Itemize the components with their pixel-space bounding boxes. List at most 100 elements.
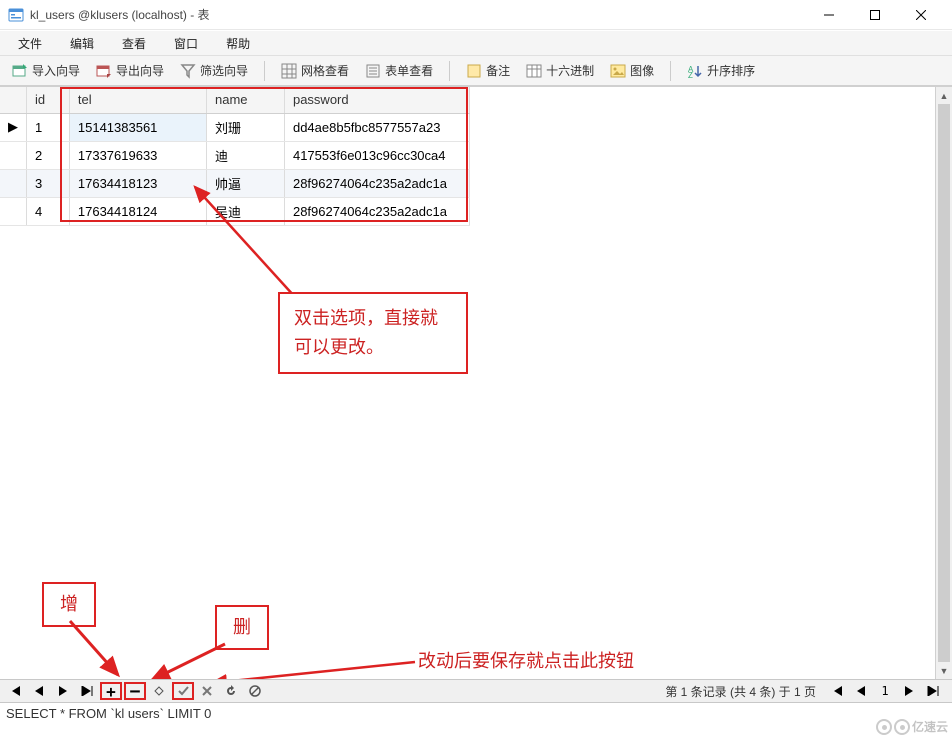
- vertical-scrollbar[interactable]: ▲ ▼: [935, 87, 952, 679]
- filter-label: 筛选向导: [200, 62, 248, 79]
- toolbar-separator: [670, 61, 671, 81]
- hex-icon: [526, 63, 542, 79]
- menu-window[interactable]: 窗口: [160, 31, 212, 56]
- cell-password[interactable]: 28f96274064c235a2adc1a: [284, 197, 469, 225]
- app-icon: [8, 7, 24, 23]
- filter-wizard-button[interactable]: 筛选向导: [174, 59, 254, 82]
- memo-button[interactable]: 备注: [460, 59, 516, 82]
- minimize-button[interactable]: [806, 0, 852, 30]
- form-view-button[interactable]: 表单查看: [359, 59, 439, 82]
- svg-text:Z: Z: [688, 71, 693, 79]
- record-navigator: + − 第 1 条记录 (共 4 条) 于 1 页 1: [0, 679, 952, 703]
- annotation-del-text: 删: [233, 617, 251, 637]
- cell-name[interactable]: 迪: [206, 141, 284, 169]
- data-table[interactable]: id tel name password ▶ 1 15141383561 刘珊 …: [0, 87, 470, 226]
- table-row[interactable]: 4 17634418124 吴迪 28f96274064c235a2adc1a: [0, 197, 470, 225]
- cell-tel[interactable]: 17337619633: [69, 141, 206, 169]
- row-marker: [0, 169, 27, 197]
- cell-id[interactable]: 2: [27, 141, 70, 169]
- nav-edit-button[interactable]: [148, 682, 170, 700]
- page-first-button[interactable]: [826, 682, 848, 700]
- row-marker: [0, 197, 27, 225]
- annotation-save-text: 改动后要保存就点击此按钮: [418, 647, 634, 673]
- watermark-icon: [876, 719, 892, 735]
- memo-label: 备注: [486, 62, 510, 79]
- page-prev-button[interactable]: [850, 682, 872, 700]
- hex-button[interactable]: 十六进制: [520, 59, 600, 82]
- cell-name[interactable]: 帅逼: [206, 169, 284, 197]
- toolbar: 导入向导 导出向导 筛选向导 网格查看 表单查看 备注 十六进制 图像 AZ 升…: [0, 56, 952, 86]
- title-bar: kl_users @klusers (localhost) - 表: [0, 0, 952, 30]
- column-header-tel[interactable]: tel: [69, 87, 206, 113]
- image-icon: [610, 63, 626, 79]
- column-header-id[interactable]: id: [27, 87, 70, 113]
- menu-view[interactable]: 查看: [108, 31, 160, 56]
- table-row[interactable]: 3 17634418123 帅逼 28f96274064c235a2adc1a: [0, 169, 470, 197]
- watermark-text: 亿速云: [912, 718, 948, 735]
- sort-asc-button[interactable]: AZ 升序排序: [681, 59, 761, 82]
- window-title: kl_users @klusers (localhost) - 表: [30, 6, 806, 23]
- menu-help[interactable]: 帮助: [212, 31, 264, 56]
- nav-first-button[interactable]: [4, 682, 26, 700]
- formview-label: 表单查看: [385, 62, 433, 79]
- scroll-thumb[interactable]: [938, 104, 950, 662]
- table-row[interactable]: ▶ 1 15141383561 刘珊 dd4ae8b5fbc8577557a23: [0, 113, 470, 141]
- gridview-label: 网格查看: [301, 62, 349, 79]
- scroll-up-button[interactable]: ▲: [936, 87, 952, 104]
- cell-tel-editing[interactable]: 15141383561: [69, 113, 206, 141]
- cell-id[interactable]: 1: [27, 113, 70, 141]
- import-icon: [12, 63, 28, 79]
- cell-password[interactable]: 28f96274064c235a2adc1a: [284, 169, 469, 197]
- page-count-button[interactable]: 1: [874, 682, 896, 700]
- filter-icon: [180, 63, 196, 79]
- nav-cancel-button[interactable]: [196, 682, 218, 700]
- cell-name[interactable]: 吴迪: [206, 197, 284, 225]
- import-label: 导入向导: [32, 62, 80, 79]
- nav-stop-button[interactable]: [244, 682, 266, 700]
- cell-password[interactable]: dd4ae8b5fbc8577557a23: [284, 113, 469, 141]
- nav-next-button[interactable]: [52, 682, 74, 700]
- sql-text: SELECT * FROM `kl users` LIMIT 0: [6, 706, 211, 721]
- column-header-name[interactable]: name: [206, 87, 284, 113]
- memo-icon: [466, 63, 482, 79]
- table-row[interactable]: 2 17337619633 迪 417553f6e013c96cc30ca4: [0, 141, 470, 169]
- menu-edit[interactable]: 编辑: [56, 31, 108, 56]
- export-label: 导出向导: [116, 62, 164, 79]
- import-wizard-button[interactable]: 导入向导: [6, 59, 86, 82]
- annotation-del-box: 删: [215, 605, 269, 650]
- cell-tel[interactable]: 17634418124: [69, 197, 206, 225]
- grid-view-button[interactable]: 网格查看: [275, 59, 355, 82]
- nav-add-button[interactable]: +: [100, 682, 122, 700]
- page-last-button[interactable]: [922, 682, 944, 700]
- cell-id[interactable]: 3: [27, 169, 70, 197]
- nav-refresh-button[interactable]: [220, 682, 242, 700]
- nav-prev-button[interactable]: [28, 682, 50, 700]
- page-next-button[interactable]: [898, 682, 920, 700]
- cell-id[interactable]: 4: [27, 197, 70, 225]
- column-header-password[interactable]: password: [284, 87, 469, 113]
- toolbar-separator: [264, 61, 265, 81]
- window-controls: [806, 0, 944, 30]
- annotation-arrow-save: [200, 657, 420, 679]
- form-icon: [365, 63, 381, 79]
- sort-asc-icon: AZ: [687, 63, 703, 79]
- grid-area: id tel name password ▶ 1 15141383561 刘珊 …: [0, 86, 952, 679]
- nav-commit-button[interactable]: [172, 682, 194, 700]
- cell-tel[interactable]: 17634418123: [69, 169, 206, 197]
- maximize-button[interactable]: [852, 0, 898, 30]
- sort-label: 升序排序: [707, 62, 755, 79]
- menu-bar: 文件 编辑 查看 窗口 帮助: [0, 30, 952, 56]
- row-marker: [0, 141, 27, 169]
- cell-name[interactable]: 刘珊: [206, 113, 284, 141]
- nav-last-button[interactable]: [76, 682, 98, 700]
- cell-password[interactable]: 417553f6e013c96cc30ca4: [284, 141, 469, 169]
- scroll-down-button[interactable]: ▼: [936, 662, 952, 679]
- sql-preview: SELECT * FROM `kl users` LIMIT 0: [0, 703, 952, 725]
- menu-file[interactable]: 文件: [4, 31, 56, 56]
- export-wizard-button[interactable]: 导出向导: [90, 59, 170, 82]
- watermark-icon: [894, 719, 910, 735]
- nav-delete-button[interactable]: −: [124, 682, 146, 700]
- close-button[interactable]: [898, 0, 944, 30]
- toolbar-separator: [449, 61, 450, 81]
- image-button[interactable]: 图像: [604, 59, 660, 82]
